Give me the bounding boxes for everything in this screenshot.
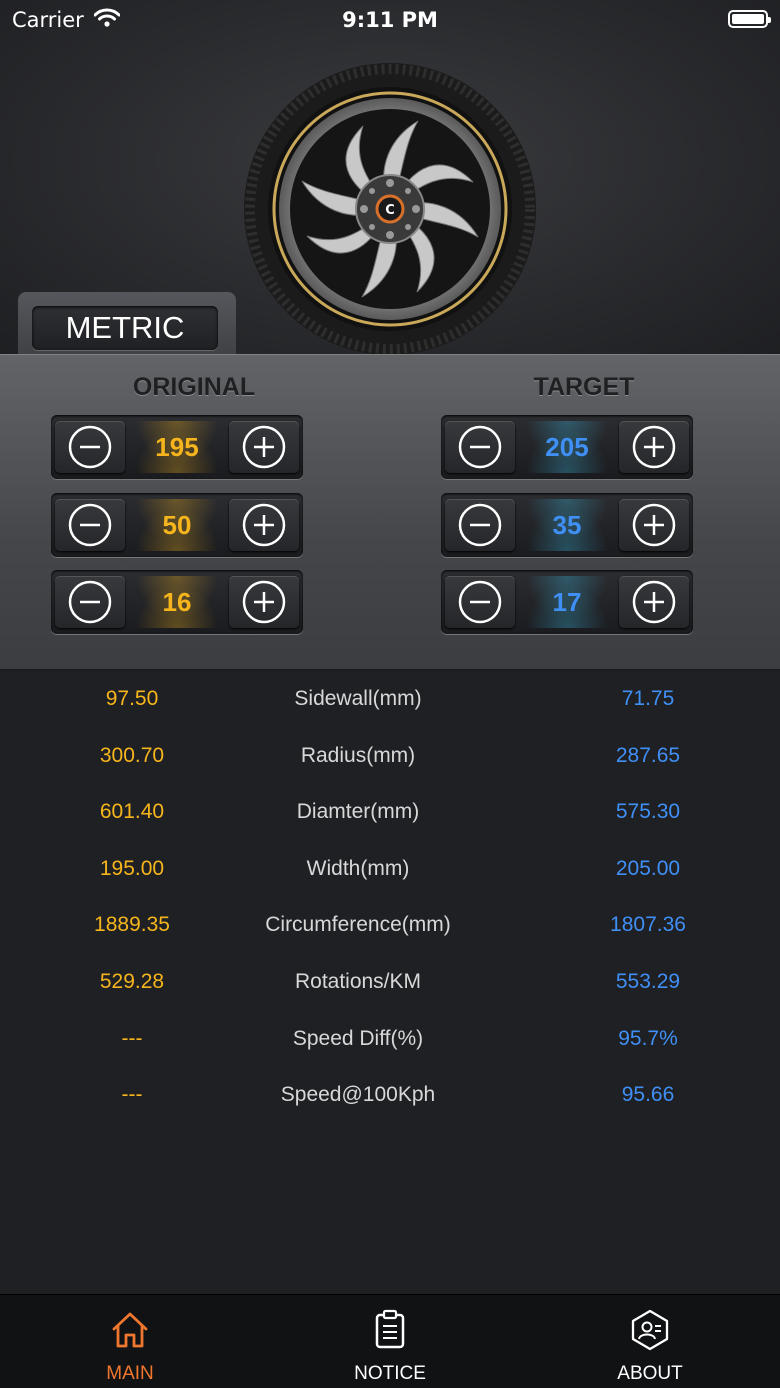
clock: 9:11 PM <box>342 8 438 32</box>
original-result: --- <box>121 1083 143 1106</box>
target-aspect-stepper: 35 <box>441 493 693 557</box>
original-width-value: 195 <box>129 421 225 473</box>
tab-notice-label: NOTICE <box>354 1363 426 1384</box>
increment-button[interactable] <box>619 576 689 628</box>
minus-circle-icon <box>458 580 502 624</box>
result-row-speed-100: --- Speed@100Kph 95.66 <box>0 1083 780 1123</box>
plus-circle-icon <box>242 425 286 469</box>
result-label: Sidewall(mm) <box>294 687 422 710</box>
decrement-button[interactable] <box>445 499 515 551</box>
result-row-rotations: 529.28 Rotations/KM 553.29 <box>0 970 780 1010</box>
minus-circle-icon <box>458 503 502 547</box>
increment-button[interactable] <box>619 499 689 551</box>
original-result: 529.28 <box>99 970 165 993</box>
target-width-value: 205 <box>519 421 615 473</box>
tab-about[interactable]: ABOUT <box>520 1295 780 1388</box>
result-label: Diamter(mm) <box>296 800 420 823</box>
metric-toggle-button[interactable]: METRIC <box>32 306 218 350</box>
increment-button[interactable] <box>619 421 689 473</box>
tab-main-label: MAIN <box>106 1363 154 1384</box>
battery-icon <box>728 10 771 28</box>
status-bar: Carrier 9:11 PM <box>0 0 780 40</box>
result-label: Speed@100Kph <box>280 1083 436 1106</box>
target-width-stepper: 205 <box>441 415 693 479</box>
original-result: 300.70 <box>99 744 165 767</box>
target-result: 575.30 <box>615 800 681 823</box>
plus-circle-icon <box>242 580 286 624</box>
target-result: 95.66 <box>621 1083 675 1106</box>
result-label: Radius(mm) <box>300 744 416 767</box>
tab-main[interactable]: MAIN <box>0 1295 260 1388</box>
increment-button[interactable] <box>229 576 299 628</box>
original-rim-stepper: 16 <box>51 570 303 634</box>
original-heading: ORIGINAL <box>132 373 256 401</box>
plus-circle-icon <box>632 503 676 547</box>
original-rim-value: 16 <box>129 576 225 628</box>
result-row-diameter: 601.40 Diamter(mm) 575.30 <box>0 800 780 840</box>
result-label: Circumference(mm) <box>265 913 451 936</box>
target-result: 95.7% <box>618 1027 678 1050</box>
original-aspect-stepper: 50 <box>51 493 303 557</box>
target-result: 205.00 <box>615 857 681 880</box>
target-heading: TARGET <box>533 373 635 401</box>
decrement-button[interactable] <box>55 499 125 551</box>
original-result: 601.40 <box>99 800 165 823</box>
original-result: 97.50 <box>105 687 159 710</box>
wheel-image: C <box>244 63 536 355</box>
plus-circle-icon <box>632 425 676 469</box>
target-result: 287.65 <box>615 744 681 767</box>
minus-circle-icon <box>68 503 112 547</box>
decrement-button[interactable] <box>55 576 125 628</box>
decrement-button[interactable] <box>445 421 515 473</box>
decrement-button[interactable] <box>55 421 125 473</box>
result-label: Width(mm) <box>306 857 410 880</box>
original-aspect-value: 50 <box>129 499 225 551</box>
size-input-panel: ORIGINAL TARGET 195 50 16 205 35 17 <box>0 354 780 671</box>
result-row-radius: 300.70 Radius(mm) 287.65 <box>0 744 780 784</box>
minus-circle-icon <box>68 580 112 624</box>
decrement-button[interactable] <box>445 576 515 628</box>
tab-about-label: ABOUT <box>617 1363 683 1384</box>
plus-circle-icon <box>632 580 676 624</box>
tab-bar: MAIN NOTICE ABOUT <box>0 1294 780 1388</box>
result-label: Rotations/KM <box>294 970 422 993</box>
result-row-circumference: 1889.35 Circumference(mm) 1807.36 <box>0 913 780 953</box>
increment-button[interactable] <box>229 421 299 473</box>
result-row-speed-diff: --- Speed Diff(%) 95.7% <box>0 1027 780 1067</box>
original-width-stepper: 195 <box>51 415 303 479</box>
result-row-width: 195.00 Width(mm) 205.00 <box>0 857 780 897</box>
minus-circle-icon <box>458 425 502 469</box>
profile-icon <box>631 1309 669 1351</box>
target-aspect-value: 35 <box>519 499 615 551</box>
home-icon <box>112 1312 148 1348</box>
increment-button[interactable] <box>229 499 299 551</box>
result-label: Speed Diff(%) <box>292 1027 424 1050</box>
result-row-sidewall: 97.50 Sidewall(mm) 71.75 <box>0 687 780 727</box>
svg-text:C: C <box>385 203 395 218</box>
target-rim-value: 17 <box>519 576 615 628</box>
tab-notice[interactable]: NOTICE <box>260 1295 520 1388</box>
original-result: --- <box>121 1027 143 1050</box>
minus-circle-icon <box>68 425 112 469</box>
clipboard-icon <box>375 1309 405 1349</box>
target-result: 1807.36 <box>610 913 686 936</box>
unit-tab: METRIC <box>18 292 236 358</box>
original-result: 195.00 <box>99 857 165 880</box>
plus-circle-icon <box>242 503 286 547</box>
target-rim-stepper: 17 <box>441 570 693 634</box>
original-result: 1889.35 <box>94 913 170 936</box>
target-result: 71.75 <box>621 687 675 710</box>
target-result: 553.29 <box>615 970 681 993</box>
